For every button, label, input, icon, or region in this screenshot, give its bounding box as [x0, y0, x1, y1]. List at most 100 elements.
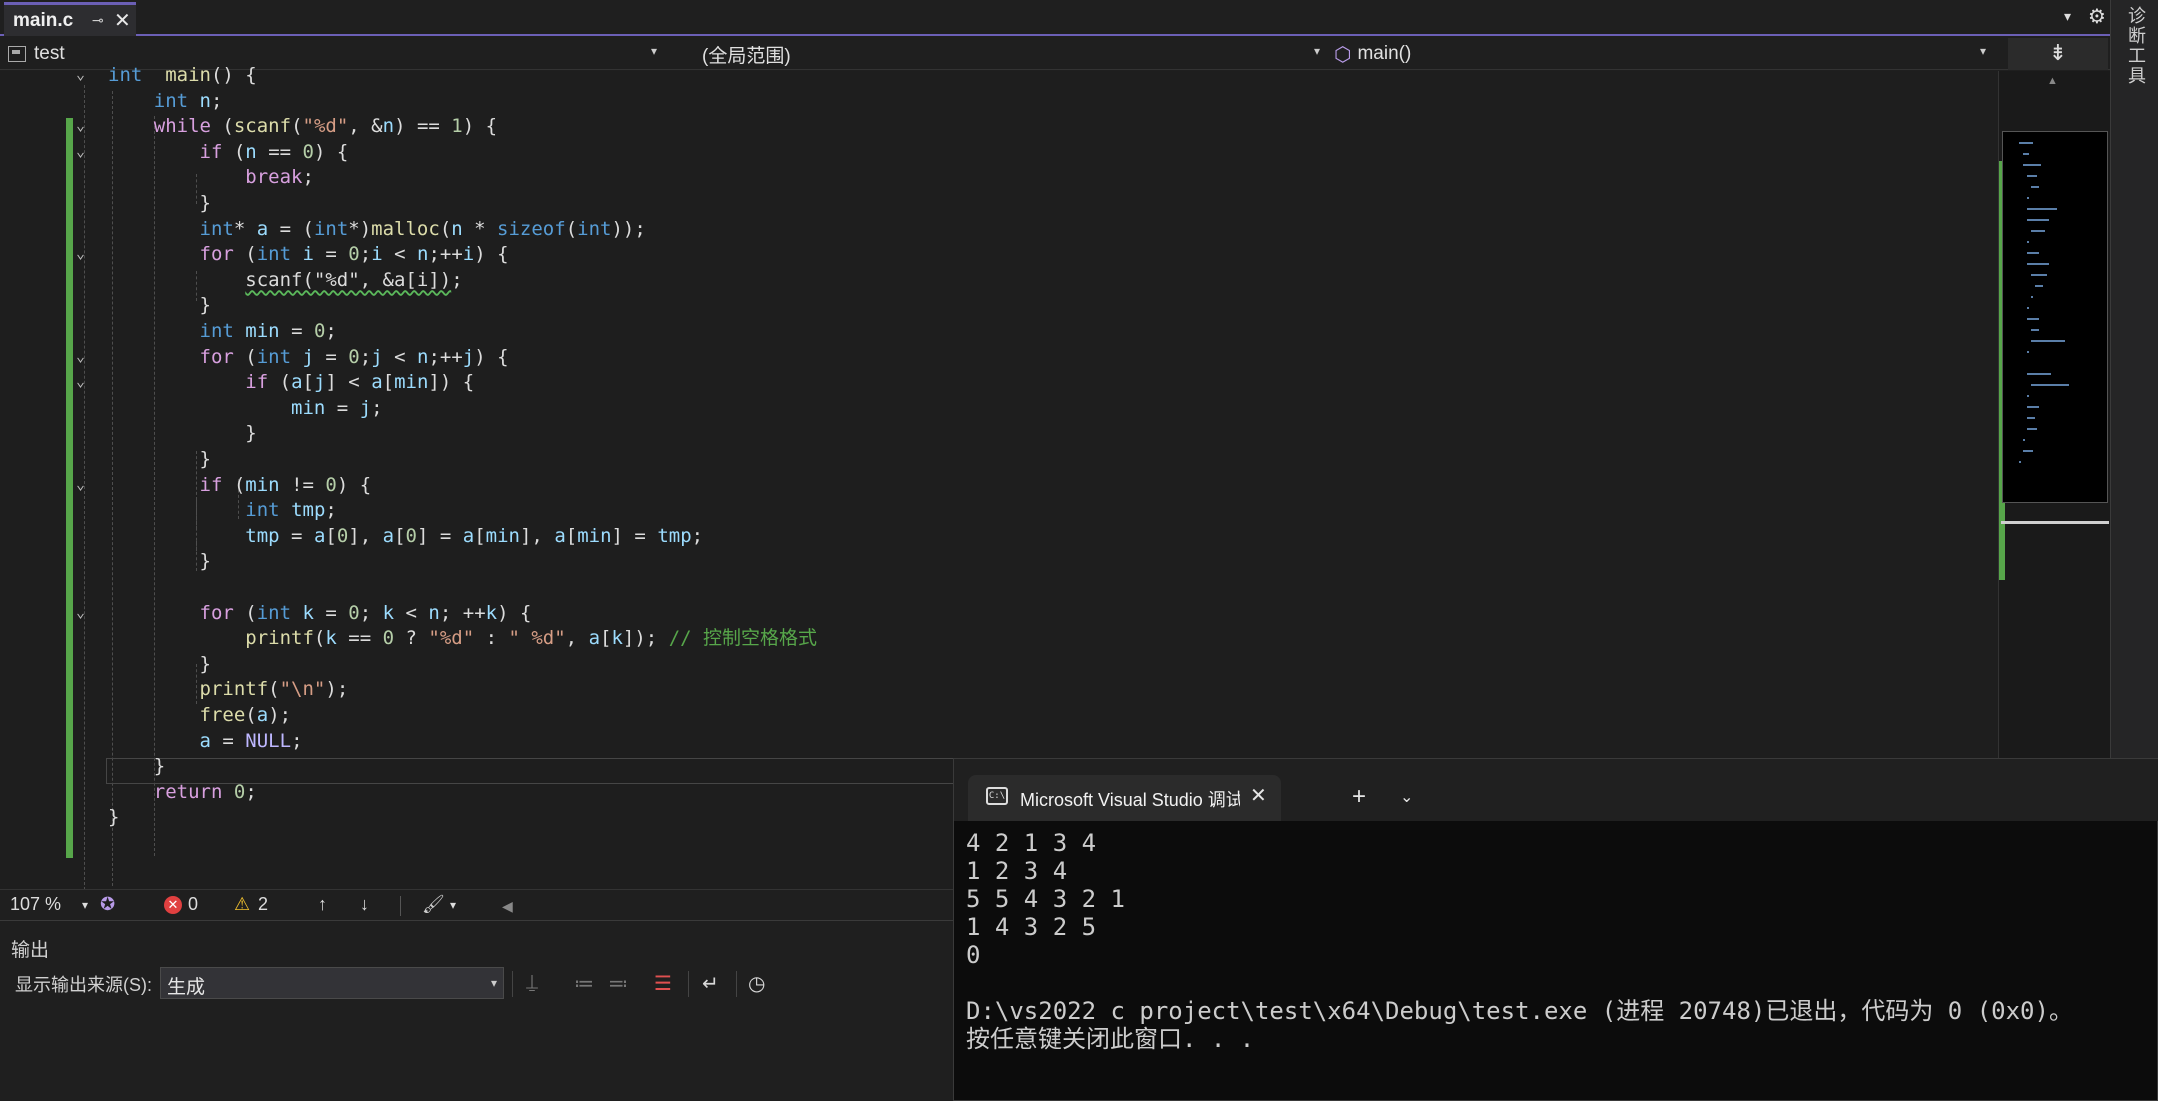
code-token: ) { [313, 140, 349, 163]
code-token: while [153, 115, 211, 138]
code-line[interactable]: min = j; [108, 396, 383, 421]
code-line[interactable]: for (int k = 0; k < n; ++k) { [108, 601, 532, 626]
code-line[interactable]: } [108, 191, 211, 216]
code-line[interactable]: } [108, 293, 211, 318]
code-line[interactable]: return 0; [108, 780, 257, 805]
output-source-select[interactable]: 生成 ▾ [160, 967, 504, 999]
code-line[interactable]: free(a); [108, 703, 292, 728]
close-icon[interactable]: ✕ [1250, 783, 1267, 808]
code-token: == [336, 627, 383, 650]
code-line[interactable]: for (int j = 0;j < n;++j) { [108, 345, 509, 370]
code-line[interactable]: if (n == 0) { [108, 140, 349, 165]
code-line[interactable]: scanf("%d", &a[i]); [108, 268, 462, 293]
minimap-line [2027, 428, 2037, 430]
gear-icon[interactable]: ⚙ [2088, 4, 2106, 29]
split-editor-button[interactable]: ⇟ [2008, 38, 2108, 70]
word-wrap-icon[interactable]: ↵ [702, 971, 719, 996]
zoom-level[interactable]: 107 % [10, 894, 61, 915]
code-line[interactable]: tmp = a[0], a[0] = a[min], a[min] = tmp; [108, 524, 703, 549]
code-token: min [394, 371, 429, 394]
scroll-up-icon[interactable]: ▲ [2047, 75, 2058, 87]
intellicode-icon[interactable]: ✪ [100, 894, 115, 915]
scope-dropdown[interactable]: (全局范围) ▾ [668, 40, 1328, 68]
minimap-line [2027, 373, 2051, 375]
code-line[interactable]: } [108, 549, 211, 574]
console-line: 4 2 1 3 4 [966, 829, 1097, 857]
minimap-line [2027, 351, 2029, 353]
code-line[interactable]: } [108, 652, 211, 677]
member-name: main() [1357, 43, 1412, 64]
code-line[interactable]: } [108, 421, 256, 446]
code-token: break [245, 166, 303, 189]
diagnostic-tools-tab[interactable]: 诊断工具 [2123, 6, 2149, 86]
code-cleanup-icon[interactable]: 🖌 [422, 894, 445, 915]
code-line[interactable]: int* a = (int*)malloc(n * sizeof(int)); [108, 217, 646, 242]
warning-icon[interactable]: ⚠ [234, 894, 250, 915]
code-line[interactable]: int n; [108, 89, 223, 114]
code-token: 0 [325, 473, 337, 496]
code-token: ; [325, 499, 337, 522]
error-icon[interactable]: ✕ [164, 896, 182, 914]
next-message-icon[interactable]: ≕ [608, 971, 628, 996]
next-issue-icon[interactable]: ↓ [360, 894, 369, 915]
minimap-viewport[interactable] [2002, 131, 2108, 503]
code-line[interactable]: a = NULL; [108, 729, 303, 754]
code-line[interactable]: } [108, 805, 119, 830]
previous-message-icon[interactable]: ≔ [574, 971, 594, 996]
minimap-line [2027, 263, 2049, 265]
code-line[interactable]: if (min != 0) { [108, 473, 372, 498]
pin-icon[interactable]: ⊸ [92, 12, 104, 29]
clock-icon[interactable]: ◷ [748, 971, 765, 996]
console-line: 按任意键关闭此窗口. . . [966, 1025, 1255, 1053]
code-line[interactable]: int tmp; [108, 498, 337, 523]
project-dropdown[interactable]: test ▾ [8, 40, 665, 68]
tab-list-dropdown-icon[interactable]: ▾ [2064, 8, 2071, 25]
code-token: tmp [291, 499, 326, 522]
chevron-down-icon[interactable]: ▾ [82, 898, 88, 912]
code-line[interactable]: } [108, 447, 211, 472]
code-line[interactable]: int main() { [108, 63, 257, 88]
code-line[interactable]: } [108, 754, 165, 779]
code-token: ;++ [428, 243, 463, 266]
output-source-label: 显示输出来源(S): [15, 975, 152, 995]
error-count[interactable]: 0 [188, 894, 198, 915]
code-token: ) { [462, 115, 498, 138]
warning-count[interactable]: 2 [258, 894, 268, 915]
code-line[interactable]: printf("\n"); [108, 677, 349, 702]
code-token: [ [394, 524, 406, 547]
code-line[interactable]: int min = 0; [108, 319, 337, 344]
minimap-line [2023, 153, 2029, 155]
code-line[interactable]: if (a[j] < a[min]) { [108, 370, 474, 395]
debug-console-window[interactable]: C:\ Microsoft Visual Studio 调试控制台 ✕ + ⌄ … [953, 758, 2158, 1101]
code-token: int [313, 217, 349, 240]
go-to-code-icon[interactable]: ⍊ [526, 971, 538, 994]
fold-chevron-icon[interactable]: ⌄ [76, 65, 92, 83]
code-token: [ [565, 524, 578, 547]
code-line[interactable]: break; [108, 165, 314, 190]
code-line[interactable]: while (scanf("%d", &n) == 1) { [108, 114, 497, 139]
code-token: [ [302, 371, 314, 394]
chevron-down-icon[interactable]: ▾ [450, 898, 456, 912]
cube-icon: ⬡ [1334, 43, 1352, 66]
code-token: ; [210, 89, 223, 112]
close-icon[interactable]: ✕ [114, 8, 131, 33]
chevron-down-icon[interactable]: ⌄ [1400, 787, 1413, 807]
code-token: = [279, 524, 314, 547]
new-tab-icon[interactable]: + [1352, 783, 1366, 811]
code-token: int [199, 320, 234, 342]
code-line[interactable]: for (int i = 0;i < n;++i) { [108, 242, 509, 267]
code-line[interactable]: printf(k == 0 ? "%d" : " %d", a[k]); // … [108, 626, 817, 651]
code-token: < [394, 601, 429, 624]
scroll-left-icon[interactable]: ◀ [502, 898, 513, 915]
member-dropdown[interactable]: ⬡ main() ▾ [1334, 40, 1994, 68]
clear-all-icon[interactable]: ☰ [654, 971, 672, 996]
console-tab[interactable]: C:\ Microsoft Visual Studio 调试控制台 ✕ [968, 775, 1281, 821]
tab-main-c[interactable]: main.c ⊸ ✕ [4, 2, 136, 36]
previous-issue-icon[interactable]: ↑ [318, 894, 327, 915]
minimap-line [2031, 340, 2065, 342]
minimap-scrollbar[interactable]: ▲ [1998, 71, 2110, 759]
